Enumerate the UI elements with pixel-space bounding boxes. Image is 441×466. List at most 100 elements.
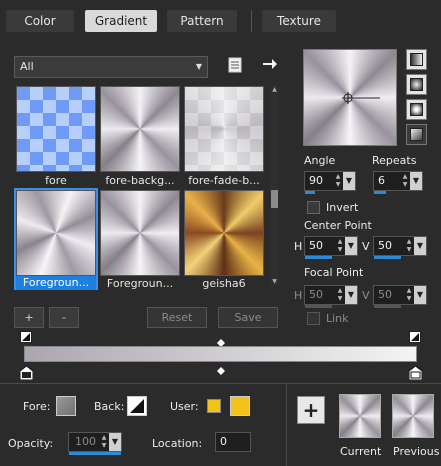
opacity-stepper-icon[interactable]: ▲ ▼	[99, 433, 109, 451]
previous-swatch[interactable]	[392, 394, 434, 438]
gradient-label: Foregroun...	[106, 277, 174, 290]
previous-label: Previous	[393, 445, 440, 458]
divider	[0, 383, 441, 384]
tab-texture[interactable]: Texture	[262, 10, 336, 32]
center-v-label: V	[362, 240, 370, 253]
link-checkbox[interactable]	[307, 312, 320, 325]
scrollbar-thumb[interactable]	[271, 190, 278, 208]
scroll-up-icon[interactable]: ▲	[270, 86, 279, 94]
user-label: User:	[170, 400, 199, 413]
opacity-stop-right[interactable]	[409, 331, 421, 343]
current-swatch[interactable]	[339, 394, 381, 438]
center-v-stepper-icon[interactable]: ▲ ▼	[404, 237, 414, 255]
angle-spinbox[interactable]: 90 ▲ ▼ ▼	[304, 171, 356, 194]
chevron-down-icon: ▼	[195, 62, 202, 71]
focal-v-spinbox[interactable]: 50 ▲ ▼ ▼	[373, 285, 427, 308]
gradient-editor-bar[interactable]	[24, 346, 417, 362]
repeats-dropdown-icon[interactable]: ▼	[410, 172, 422, 190]
user-swatch[interactable]	[230, 396, 250, 416]
fore-label: Fore:	[23, 400, 51, 413]
gradient-preview[interactable]	[303, 49, 397, 146]
repeats-bar	[374, 191, 386, 194]
opacity-value: 100	[75, 435, 96, 448]
gradient-thumb-fore-background[interactable]	[100, 86, 180, 172]
location-label: Location:	[152, 437, 203, 450]
center-h-spinbox[interactable]: 50 ▲ ▼ ▼	[304, 236, 358, 259]
repeats-label: Repeats	[372, 154, 417, 167]
user-swatch-small[interactable]	[207, 399, 221, 413]
location-input[interactable]: 0	[215, 432, 251, 452]
focal-v-stepper-icon[interactable]: ▲ ▼	[404, 286, 414, 304]
tab-separator	[251, 10, 252, 32]
center-v-bar	[374, 256, 401, 259]
invert-checkbox[interactable]	[307, 201, 320, 214]
repeats-stepper-icon[interactable]: ▲ ▼	[400, 172, 410, 190]
opacity-spinbox[interactable]: 100 ▲ ▼ ▼	[68, 432, 122, 455]
gradient-thumb-foreground-selected[interactable]	[16, 190, 96, 276]
opacity-stop-left[interactable]	[20, 331, 32, 343]
repeats-spinbox[interactable]: 6 ▲ ▼ ▼	[373, 171, 423, 194]
angle-value: 90	[309, 174, 323, 187]
focal-v-label: V	[362, 289, 370, 302]
gradient-label: fore-fade-b...	[188, 174, 260, 187]
focal-h-spinbox[interactable]: 50 ▲ ▼ ▼	[304, 285, 358, 308]
color-stop-right[interactable]	[408, 365, 423, 381]
center-v-spinbox[interactable]: 50 ▲ ▼ ▼	[373, 236, 427, 259]
list-scrollbar[interactable]: ▲ ▼	[270, 86, 279, 286]
focal-h-dropdown-icon[interactable]: ▼	[345, 286, 357, 304]
color-midpoint-icon[interactable]	[217, 365, 225, 375]
focal-v-value: 50	[378, 288, 392, 301]
center-v-value: 50	[378, 239, 392, 252]
add-to-library-button[interactable]: +	[297, 396, 325, 424]
center-h-stepper-icon[interactable]: ▲ ▼	[335, 237, 345, 255]
focal-v-dropdown-icon[interactable]: ▼	[414, 286, 426, 304]
opacity-label: Opacity:	[8, 437, 54, 450]
gradient-label: fore-backg...	[105, 174, 175, 187]
repeats-value: 6	[378, 174, 385, 187]
focal-v-bar	[374, 305, 401, 308]
category-value: All	[20, 60, 34, 73]
scroll-down-icon[interactable]: ▼	[270, 278, 279, 286]
opacity-midpoint-icon[interactable]	[217, 337, 225, 347]
shape-sunburst-icon[interactable]	[406, 99, 427, 120]
opacity-bar	[69, 452, 121, 455]
back-label: Back:	[94, 400, 125, 413]
invert-label: Invert	[326, 201, 359, 214]
angle-label: Angle	[304, 154, 336, 167]
gradient-thumb-geisha6[interactable]	[184, 190, 264, 276]
add-gradient-button[interactable]: +	[14, 307, 44, 328]
color-stop-left[interactable]	[19, 365, 34, 381]
opacity-dropdown-icon[interactable]: ▼	[109, 433, 121, 451]
focal-h-stepper-icon[interactable]: ▲ ▼	[335, 286, 345, 304]
current-label: Current	[340, 445, 382, 458]
arrow-right-icon[interactable]	[262, 57, 278, 71]
fore-swatch[interactable]	[56, 396, 76, 416]
center-h-bar	[305, 256, 332, 259]
angle-stepper-icon[interactable]: ▲ ▼	[333, 172, 343, 190]
gradient-thumb-foreground[interactable]	[100, 190, 180, 276]
shape-rectangular-icon[interactable]	[406, 74, 427, 95]
tab-pattern[interactable]: Pattern	[167, 10, 237, 32]
angle-dropdown-icon[interactable]: ▼	[343, 172, 355, 190]
gradient-label: geisha6	[202, 277, 246, 290]
document-icon[interactable]	[228, 57, 242, 73]
reset-button[interactable]: Reset	[147, 307, 207, 328]
tab-color[interactable]: Color	[6, 10, 74, 32]
divider-vertical	[286, 384, 287, 466]
center-point-label: Center Point	[304, 219, 372, 232]
shape-linear-icon[interactable]	[406, 49, 427, 70]
center-h-label: H	[294, 240, 303, 253]
center-h-dropdown-icon[interactable]: ▼	[345, 237, 357, 255]
back-swatch[interactable]	[127, 396, 147, 416]
save-button[interactable]: Save	[218, 307, 278, 328]
center-v-dropdown-icon[interactable]: ▼	[414, 237, 426, 255]
gradient-thumb-fore-fade[interactable]	[184, 86, 264, 172]
gradient-label-selected: Foregroun...	[16, 276, 96, 290]
category-dropdown[interactable]: All ▼	[14, 56, 208, 78]
remove-gradient-button[interactable]: -	[49, 307, 79, 328]
gradient-thumb-fore[interactable]	[16, 86, 96, 172]
focal-h-bar	[305, 305, 332, 308]
shape-radial-icon[interactable]	[406, 124, 427, 145]
tab-gradient[interactable]: Gradient	[85, 10, 157, 32]
focal-h-value: 50	[309, 288, 323, 301]
